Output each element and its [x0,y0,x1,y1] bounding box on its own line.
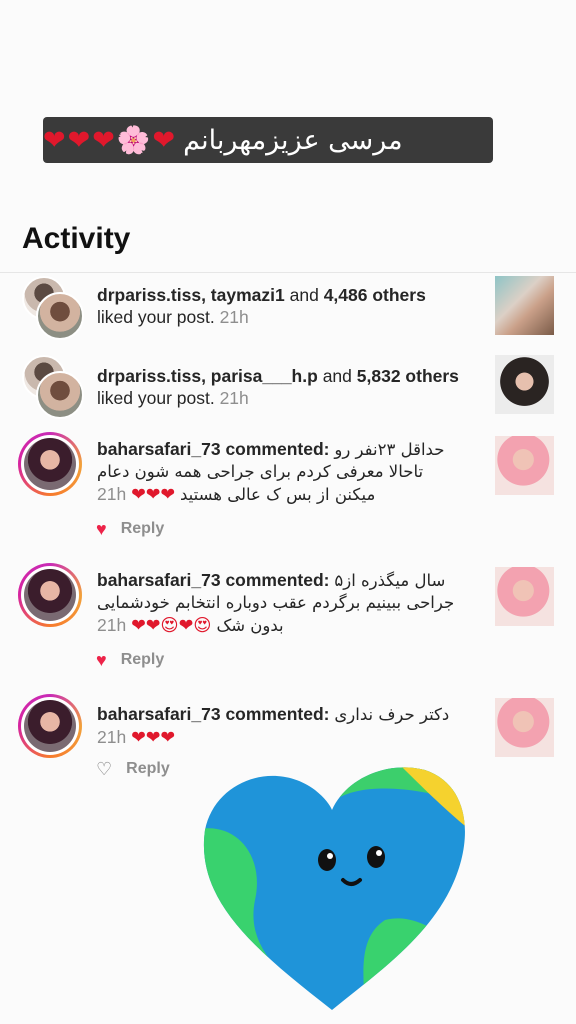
others-count[interactable]: 4,486 others [324,285,426,305]
activity-row-like[interactable]: drpariss.tiss, taymazi1 and 4,486 others… [0,276,576,340]
timestamp: 21h [97,484,127,504]
like-comment-heart-outline-icon[interactable]: ♡ [96,760,112,778]
comment-actions: ♥ Reply [96,651,164,669]
comment-actions: ♡ Reply [96,760,170,778]
commenter-username[interactable]: baharsafari_73 [97,439,221,459]
avatar [36,371,84,419]
heart-emoji-icon: ❤ [92,124,115,156]
post-thumbnail[interactable] [495,436,554,495]
reply-button[interactable]: Reply [121,651,165,669]
story-caption-banner: مرسی عزیزمهربانم ❤ ❤ ❤ 🌸 ❤ [43,117,493,163]
comment-actions: ♥ Reply [96,520,164,538]
story-ring-avatar[interactable] [18,694,82,758]
timestamp: 21h [219,388,249,408]
like-comment-heart-icon[interactable]: ♥ [96,520,107,538]
timestamp: 21h [219,307,249,327]
commenter-username[interactable]: baharsafari_73 [97,570,221,590]
stacked-avatars[interactable] [22,276,84,340]
post-thumbnail[interactable] [495,698,554,757]
header-divider [0,272,576,273]
heart-emoji-icon: ❤ [67,124,91,156]
comment-text: baharsafari_73 commented: دکتر حرف نداری… [97,704,450,747]
heart-emoji-icon: ❤❤❤ [131,484,176,504]
caption-emoji-group: ❤ ❤ ❤ 🌸 ❤ [43,127,175,154]
comment-text: baharsafari_73 commented: حداقل ۲۳نفر رو… [97,439,445,504]
heart-eyes-emoji-icon: ❤❤😍❤😍 [131,615,212,635]
comment-text: baharsafari_73 commented: سال میگذره از۵… [97,570,455,635]
activity-row-like[interactable]: drpariss.tiss, parisa___h.p and 5,832 ot… [0,355,576,419]
activity-row-comment[interactable]: baharsafari_73 commented: حداقل ۲۳نفر رو… [0,432,576,547]
avatar [24,700,76,752]
avatar [36,292,84,340]
avatar [24,438,76,490]
activity-title: Activity [22,222,131,255]
post-thumbnail[interactable] [495,355,554,414]
notification-text: drpariss.tiss, parisa___h.p and 5,832 ot… [97,366,459,408]
post-thumbnail[interactable] [495,567,554,626]
story-ring-avatar[interactable] [18,432,82,496]
heart-emoji-icon: ❤ [152,124,176,156]
smiling-earth-heart-sticker [203,767,465,1011]
post-thumbnail[interactable] [495,276,554,335]
heart-emoji-icon: ❤ [43,124,66,156]
timestamp: 21h [97,727,127,747]
like-comment-heart-icon[interactable]: ♥ [96,651,107,669]
timestamp: 21h [97,615,127,635]
stacked-avatars[interactable] [22,355,84,419]
notification-text: drpariss.tiss, taymazi1 and 4,486 others… [97,285,426,327]
story-ring-avatar[interactable] [18,563,82,627]
usernames[interactable]: drpariss.tiss, parisa___h.p [97,366,318,386]
story-caption-text: مرسی عزیزمهربانم [183,124,403,156]
reply-button[interactable]: Reply [126,760,170,778]
activity-row-comment[interactable]: baharsafari_73 commented: سال میگذره از۵… [0,563,576,678]
others-count[interactable]: 5,832 others [357,366,459,386]
commenter-username[interactable]: baharsafari_73 [97,704,221,724]
reply-button[interactable]: Reply [121,520,165,538]
usernames[interactable]: drpariss.tiss, taymazi1 [97,285,285,305]
avatar [24,569,76,621]
heart-emoji-icon: ❤❤❤ [131,727,176,747]
cherry-blossom-emoji-icon: 🌸 [116,124,151,156]
